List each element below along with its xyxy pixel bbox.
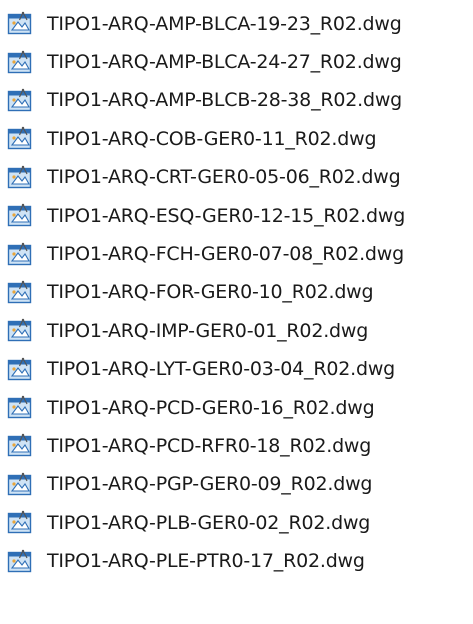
file-item[interactable]: TIPO1-ARQ-PCD-GER0-16_R02.dwg	[0, 389, 473, 427]
dwg-file-icon	[7, 318, 33, 344]
dwg-file-icon	[7, 126, 33, 152]
dwg-file-icon	[7, 203, 33, 229]
dwg-file-icon	[7, 549, 33, 575]
file-list: TIPO1-ARQ-AMP-BLCA-19-23_R02.dwg TIPO1-A…	[0, 0, 473, 581]
file-name: TIPO1-ARQ-AMP-BLCA-19-23_R02.dwg	[47, 12, 402, 35]
file-item[interactable]: TIPO1-ARQ-IMP-GER0-01_R02.dwg	[0, 312, 473, 350]
file-name: TIPO1-ARQ-CRT-GER0-05-06_R02.dwg	[47, 166, 401, 189]
dwg-file-icon	[7, 88, 33, 114]
file-name: TIPO1-ARQ-ESQ-GER0-12-15_R02.dwg	[47, 204, 406, 227]
file-name: TIPO1-ARQ-FCH-GER0-07-08_R02.dwg	[47, 243, 404, 266]
file-item[interactable]: TIPO1-ARQ-LYT-GER0-03-04_R02.dwg	[0, 351, 473, 389]
file-item[interactable]: TIPO1-ARQ-AMP-BLCA-24-27_R02.dwg	[0, 43, 473, 81]
file-item[interactable]: TIPO1-ARQ-COB-GER0-11_R02.dwg	[0, 120, 473, 158]
dwg-file-icon	[7, 433, 33, 459]
file-item[interactable]: TIPO1-ARQ-AMP-BLCB-28-38_R02.dwg	[0, 82, 473, 120]
file-name: TIPO1-ARQ-FOR-GER0-10_R02.dwg	[47, 281, 374, 304]
file-name: TIPO1-ARQ-AMP-BLCB-28-38_R02.dwg	[47, 89, 403, 112]
file-item[interactable]: TIPO1-ARQ-AMP-BLCA-19-23_R02.dwg	[0, 5, 473, 43]
dwg-file-icon	[7, 357, 33, 383]
file-name: TIPO1-ARQ-COB-GER0-11_R02.dwg	[47, 127, 377, 150]
file-name: TIPO1-ARQ-PGP-GER0-09_R02.dwg	[47, 473, 373, 496]
file-item[interactable]: TIPO1-ARQ-PLB-GER0-02_R02.dwg	[0, 504, 473, 542]
dwg-file-icon	[7, 242, 33, 268]
dwg-file-icon	[7, 11, 33, 37]
dwg-file-icon	[7, 165, 33, 191]
dwg-file-icon	[7, 472, 33, 498]
dwg-file-icon	[7, 280, 33, 306]
file-name: TIPO1-ARQ-IMP-GER0-01_R02.dwg	[47, 319, 369, 342]
file-name: TIPO1-ARQ-PCD-GER0-16_R02.dwg	[47, 396, 375, 419]
dwg-file-icon	[7, 510, 33, 536]
file-name: TIPO1-ARQ-PLB-GER0-02_R02.dwg	[47, 511, 371, 534]
file-name: TIPO1-ARQ-LYT-GER0-03-04_R02.dwg	[47, 358, 396, 381]
dwg-file-icon	[7, 395, 33, 421]
dwg-file-icon	[7, 50, 33, 76]
file-item[interactable]: TIPO1-ARQ-ESQ-GER0-12-15_R02.dwg	[0, 197, 473, 235]
file-item[interactable]: TIPO1-ARQ-PLE-PTR0-17_R02.dwg	[0, 542, 473, 580]
file-item[interactable]: TIPO1-ARQ-FCH-GER0-07-08_R02.dwg	[0, 235, 473, 273]
file-name: TIPO1-ARQ-AMP-BLCA-24-27_R02.dwg	[47, 51, 402, 74]
file-item[interactable]: TIPO1-ARQ-PGP-GER0-09_R02.dwg	[0, 466, 473, 504]
file-item[interactable]: TIPO1-ARQ-PCD-RFR0-18_R02.dwg	[0, 427, 473, 465]
file-name: TIPO1-ARQ-PLE-PTR0-17_R02.dwg	[47, 550, 365, 573]
file-item[interactable]: TIPO1-ARQ-FOR-GER0-10_R02.dwg	[0, 274, 473, 312]
file-name: TIPO1-ARQ-PCD-RFR0-18_R02.dwg	[47, 434, 372, 457]
file-item[interactable]: TIPO1-ARQ-CRT-GER0-05-06_R02.dwg	[0, 159, 473, 197]
